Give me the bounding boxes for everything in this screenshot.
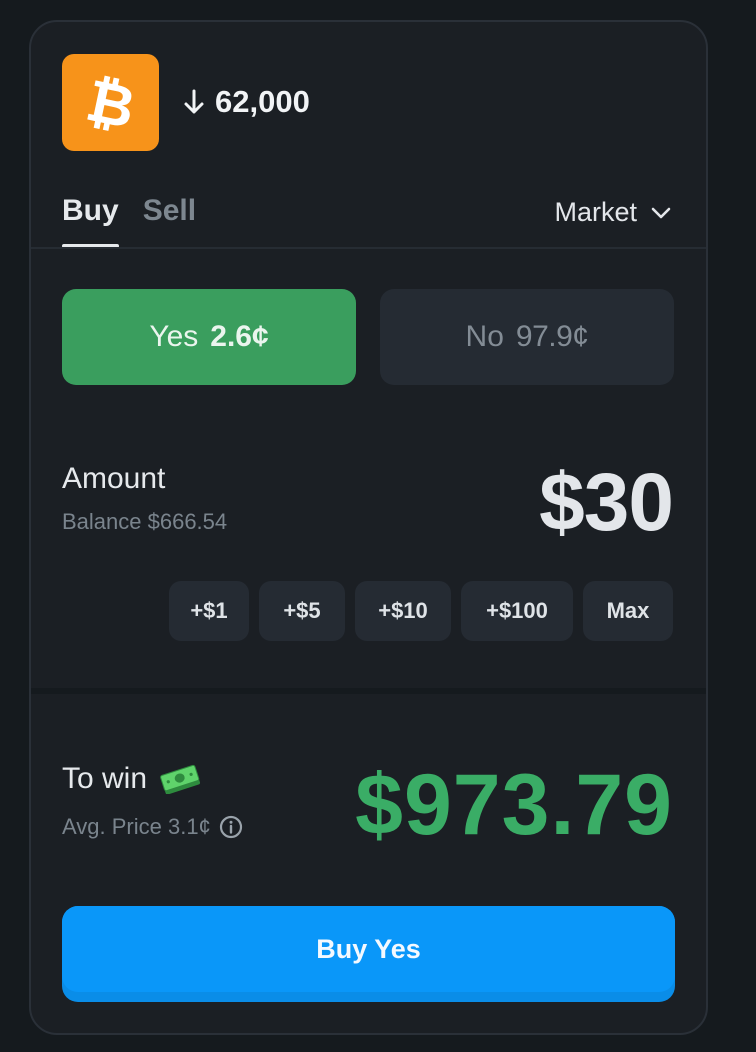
quick-amount-buttons: +$1 +$5 +$10 +$100 Max — [169, 581, 673, 641]
max-button[interactable]: Max — [583, 581, 673, 641]
market-target: 62,000 — [215, 84, 310, 119]
tab-sell[interactable]: Sell — [143, 194, 196, 248]
tab-buy[interactable]: Buy — [62, 194, 119, 248]
amount-label: Amount — [62, 462, 166, 495]
add-1-button[interactable]: +$1 — [169, 581, 249, 641]
bitcoin-logo: ₿ — [62, 54, 159, 151]
add-10-button[interactable]: +$10 — [355, 581, 451, 641]
order-type-label: Market — [554, 197, 637, 227]
side-tabs: Buy Sell — [62, 194, 196, 248]
info-icon[interactable] — [219, 815, 243, 839]
trade-panel: ₿ 62,000 Buy Sell Market Yes 2.6¢ No 97.… — [29, 20, 708, 1035]
buy-yes-button[interactable]: Buy Yes — [62, 906, 675, 1002]
amount-value[interactable]: $30 — [539, 456, 674, 550]
divider — [31, 688, 706, 694]
yes-price: 2.6¢ — [210, 320, 269, 353]
svg-text:₿: ₿ — [83, 72, 139, 134]
balance-text: Balance $666.54 — [62, 509, 228, 534]
to-win-value: $973.79 — [355, 757, 673, 853]
no-button[interactable]: No 97.9¢ — [380, 289, 674, 385]
yes-button[interactable]: Yes 2.6¢ — [62, 289, 356, 385]
to-win-row: To win — [62, 762, 201, 796]
arrow-down-icon — [184, 89, 204, 114]
buy-yes-label: Buy Yes — [62, 906, 675, 992]
no-price: 97.9¢ — [515, 320, 589, 353]
to-win-label: To win — [62, 762, 148, 795]
order-type-dropdown[interactable]: Market — [554, 197, 671, 228]
add-100-button[interactable]: +$100 — [461, 581, 573, 641]
yes-label: Yes — [149, 320, 199, 353]
add-5-button[interactable]: +$5 — [259, 581, 345, 641]
chevron-down-icon — [651, 207, 671, 218]
market-title: 62,000 — [183, 84, 310, 120]
money-icon — [160, 764, 201, 794]
avg-price-row: Avg. Price 3.1¢ — [62, 814, 243, 840]
divider — [31, 247, 706, 249]
no-label: No — [465, 320, 504, 353]
avg-price-text: Avg. Price 3.1¢ — [62, 814, 211, 839]
